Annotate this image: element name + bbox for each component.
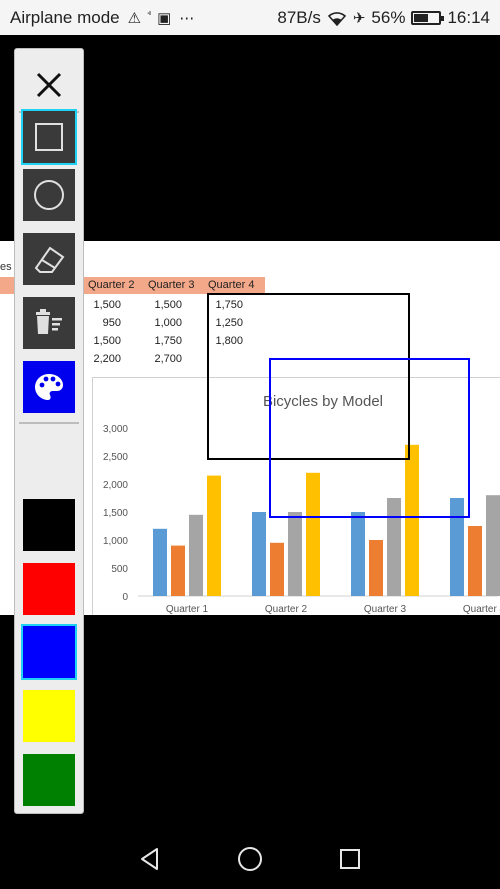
bar xyxy=(369,540,383,596)
trash-list-icon xyxy=(36,309,62,334)
bar xyxy=(486,495,500,596)
y-tick-label: 500 xyxy=(111,564,128,575)
back-triangle-icon xyxy=(141,848,158,870)
color-swatch-blue[interactable] xyxy=(21,624,77,680)
bar xyxy=(153,528,167,596)
color-swatch-red[interactable] xyxy=(21,561,77,617)
y-tick-label: 2,500 xyxy=(103,452,128,463)
palette-icon xyxy=(35,374,63,400)
home-button[interactable] xyxy=(230,839,270,879)
square-outline-icon xyxy=(35,123,63,151)
bar xyxy=(351,512,365,596)
image-icon: ▣ xyxy=(157,9,172,27)
bar xyxy=(468,526,482,596)
circle-outline-icon xyxy=(34,180,64,210)
recents-square-icon xyxy=(340,849,360,869)
table-header-cell: Quarter 2 xyxy=(88,279,135,291)
battery-percent: 56% xyxy=(371,7,406,27)
rectangle-tool-button[interactable] xyxy=(21,109,77,165)
home-circle-icon xyxy=(238,847,262,871)
table-header-cell: Quarter 4 xyxy=(208,279,255,291)
bar xyxy=(171,545,185,596)
bar xyxy=(288,512,302,596)
color-swatch-black[interactable] xyxy=(21,497,77,553)
x-tick-label: Quarter 4 xyxy=(463,604,500,615)
table-cell: 1,000 xyxy=(154,317,182,329)
y-tick-label: 0 xyxy=(122,592,128,603)
bar xyxy=(207,475,221,596)
y-tick-label: 3,000 xyxy=(103,424,128,435)
bar xyxy=(189,514,203,596)
warning-icon: ⚠ xyxy=(127,9,142,27)
back-button[interactable] xyxy=(130,839,170,879)
airplane-mode-label: Airplane mode xyxy=(10,7,120,27)
color-swatch-green[interactable] xyxy=(21,752,77,808)
wifi-icon xyxy=(327,10,347,26)
network-speed: 87B/s xyxy=(277,7,321,27)
close-icon xyxy=(36,72,62,98)
eraser-tool-button[interactable] xyxy=(21,231,77,287)
navigation-bar xyxy=(0,829,500,889)
table-header-cell: Quarter 3 xyxy=(148,279,195,291)
y-tick-label: 2,000 xyxy=(103,480,128,491)
table-cell: 2,700 xyxy=(154,353,182,365)
color-swatch-yellow[interactable] xyxy=(21,688,77,744)
drawing-toolbar xyxy=(14,48,84,814)
palette-button[interactable] xyxy=(21,359,77,415)
eraser-icon xyxy=(34,246,65,273)
y-tick-label: 1,000 xyxy=(103,536,128,547)
table-cell: 1,750 xyxy=(154,335,182,347)
airplane-icon: ✈ xyxy=(352,9,366,27)
clear-drawing-button[interactable] xyxy=(21,295,77,351)
divider xyxy=(19,422,79,424)
close-button[interactable] xyxy=(21,57,77,113)
clock: 16:14 xyxy=(447,7,490,27)
table-side-label: es xyxy=(0,261,12,273)
bar xyxy=(252,512,266,596)
bar xyxy=(270,542,284,596)
x-tick-label: Quarter 3 xyxy=(364,604,407,615)
x-tick-label: Quarter 1 xyxy=(166,604,209,615)
table-cell: 1,500 xyxy=(154,299,182,311)
y-tick-label: 1,500 xyxy=(103,508,128,519)
more-notifications-icon: ⋯ xyxy=(179,9,195,27)
status-bar: Airplane mode ⚠ ꜗ ▣ ⋯ 87B/s ✈ 56% 16:14 xyxy=(0,0,500,35)
battery-icon xyxy=(411,10,445,25)
drawn-rectangle-blue[interactable] xyxy=(269,358,470,518)
recents-button[interactable] xyxy=(330,839,370,879)
circle-tool-button[interactable] xyxy=(21,167,77,223)
x-tick-label: Quarter 2 xyxy=(265,604,308,615)
